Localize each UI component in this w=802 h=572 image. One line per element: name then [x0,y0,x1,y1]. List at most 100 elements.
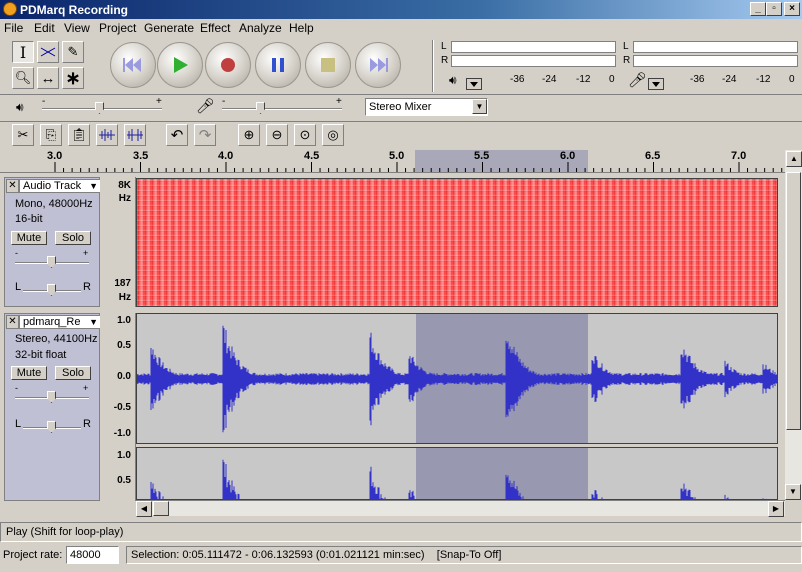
scroll-right-icon[interactable]: ▶ [768,501,784,517]
gain-thumb[interactable] [47,391,56,403]
timeline-ruler[interactable]: 3.0 3.5 4.0 4.5 5.0 5.5 6.0 6.5 7.0 [0,150,785,173]
maximize-button[interactable]: ▫ [766,2,782,16]
ruler-tick-label: 5.0 [389,150,405,162]
track-name-menu[interactable]: Audio Track ▼ [19,179,101,193]
undo-button[interactable]: ↶ [166,124,188,146]
waveform-left-channel[interactable] [136,313,778,444]
close-track-icon[interactable]: ✕ [6,315,19,329]
gain-plus-label: + [83,248,89,258]
fit-selection-button[interactable]: ⊙ [294,124,316,146]
menu-generate[interactable]: Generate [144,21,194,35]
meter-play-l-label: L [441,41,447,52]
spectrogram-view[interactable] [136,178,778,307]
skip-start-button[interactable] [110,42,156,88]
menu-file[interactable]: File [4,21,23,35]
multi-tool-button[interactable]: ∗ [62,67,84,89]
input-volume-thumb[interactable] [256,102,265,114]
redo-button[interactable]: ↷ [194,124,216,146]
ruler-tick-label: 3.5 [133,150,149,162]
meter-tick-label: -12 [576,74,591,85]
scale-label: 8K [118,180,131,191]
selection-info: Selection: 0:05.111472 - 0:06.132593 (0:… [126,546,802,564]
mute-button[interactable]: Mute [11,366,47,380]
record-meter-menu[interactable] [648,78,664,90]
silence-button[interactable] [124,124,146,146]
timeshift-tool-button[interactable]: ↔ [37,67,59,89]
redo-icon: ↷ [198,127,212,144]
minimize-button[interactable]: _ [750,2,766,16]
stop-button[interactable] [305,42,351,88]
menu-view[interactable]: View [64,21,90,35]
selection-tool-button[interactable]: I [12,41,34,63]
draw-tool-button[interactable]: ✎ [62,41,84,63]
frequency-scale: 8K Hz 187 Hz [100,177,136,307]
ruler-tick-label: 3.0 [47,150,63,162]
pan-thumb[interactable] [47,421,56,433]
volume-plus-label: + [156,96,162,107]
ruler-tick-label: 6.0 [560,150,576,162]
scroll-down-icon[interactable]: ▼ [785,484,801,500]
waveform-right-channel[interactable] [136,447,778,500]
horizontal-scrollbar[interactable]: ◀ ▶ [136,500,785,517]
cut-button[interactable]: ✂ [12,124,34,146]
menu-project[interactable]: Project [99,21,136,35]
track-format: Mono, 48000Hz [15,198,93,210]
pencil-icon: ✎ [67,44,79,59]
close-track-icon[interactable]: ✕ [6,179,19,193]
microphone-icon: 🎤︎ [628,72,648,89]
chevron-down-icon: ▼ [89,317,98,327]
meter-play-r-label: R [441,55,449,66]
playback-meter-menu[interactable] [466,78,482,90]
play-button[interactable] [157,42,203,88]
track-bitdepth: 32-bit float [15,349,67,361]
title-bar: PDMarq Recording _ ▫ × [0,0,802,19]
fit-project-button[interactable]: ◎ [322,124,344,146]
zoom-in-button[interactable]: ⊕ [238,124,260,146]
track-name-menu[interactable]: pdmarq_Re ▼ [19,315,101,329]
input-source-select[interactable]: Stereo Mixer ▼ [365,98,488,116]
record-button[interactable] [205,42,251,88]
trim-icon [99,129,115,141]
skip-end-button[interactable] [355,42,401,88]
output-volume-thumb[interactable] [95,102,104,114]
project-rate-input[interactable]: 48000 [66,546,119,564]
scale-unit-label: Hz [118,193,131,204]
dropdown-arrow-icon [652,82,660,87]
menu-help[interactable]: Help [289,21,314,35]
menu-effect[interactable]: Effect [200,21,230,35]
scale-label: 1.0 [117,450,131,461]
playback-meter-right [451,55,616,67]
skip-start-icon [123,58,141,72]
window-title: PDMarq Recording [20,3,129,17]
vertical-scroll-thumb[interactable] [786,172,801,430]
solo-button[interactable]: Solo [55,366,91,380]
scroll-left-icon[interactable]: ◀ [136,501,152,517]
pause-button[interactable] [255,42,301,88]
record-icon [221,58,235,72]
pan-thumb[interactable] [47,284,56,296]
zoom-out-button[interactable]: ⊖ [266,124,288,146]
menu-analyze[interactable]: Analyze [239,21,282,35]
paste-button[interactable]: 📋︎ [68,124,90,146]
input-source-value: Stereo Mixer [369,101,432,113]
horizontal-scroll-thumb[interactable] [153,501,169,516]
input-volume-slider[interactable] [222,108,342,110]
meter-tick-label: -36 [690,74,705,85]
dropdown-arrow-icon [470,82,478,87]
zoom-tool-button[interactable]: 🔍︎ [12,67,34,89]
ruler-tick-label: 4.0 [218,150,234,162]
gain-thumb[interactable] [47,256,56,268]
playback-meter-left [451,41,616,53]
track-control-panel[interactable]: ✕ Audio Track ▼ Mono, 48000Hz 16-bit Mut… [4,177,101,307]
menu-edit[interactable]: Edit [34,21,55,35]
envelope-tool-button[interactable] [37,41,59,63]
scale-label: -1.0 [113,428,131,439]
meter-tick-label: 0 [609,74,615,85]
trim-button[interactable] [96,124,118,146]
solo-button[interactable]: Solo [55,231,91,245]
output-volume-icon: 🔊︎ [16,100,24,114]
track-control-panel[interactable]: ✕ pdmarq_Re ▼ Stereo, 44100Hz 32-bit flo… [4,313,101,501]
copy-button[interactable]: ⎘ [40,124,62,146]
mute-button[interactable]: Mute [11,231,47,245]
close-button[interactable]: × [784,2,800,16]
